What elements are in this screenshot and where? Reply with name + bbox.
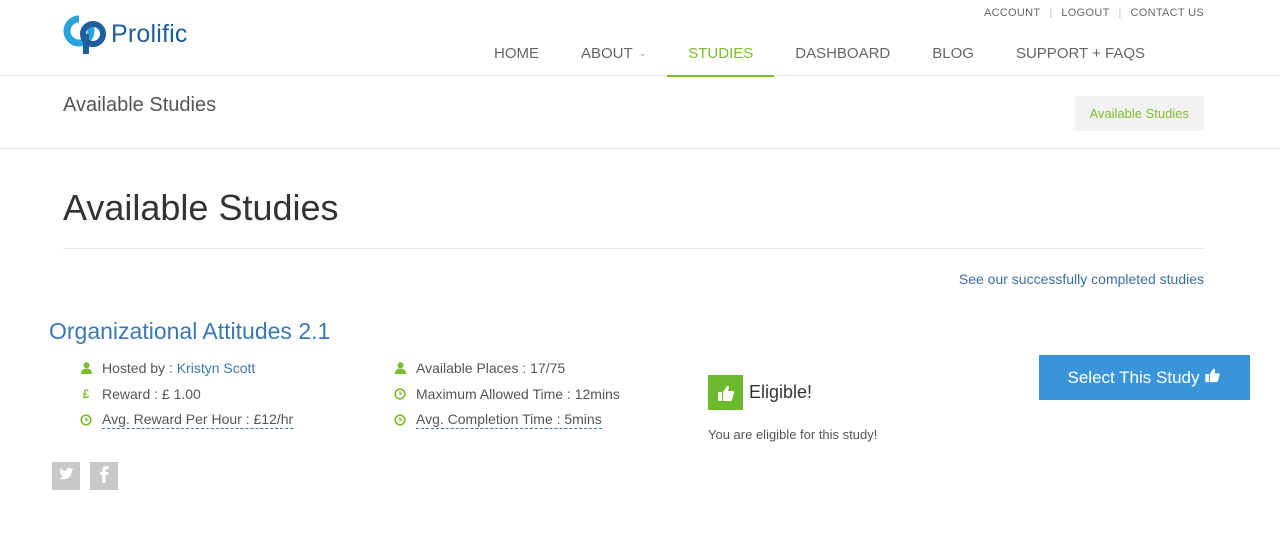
section-heading: Available Studies (63, 187, 339, 228)
pound-icon: £ (82, 387, 90, 401)
nav-blog[interactable]: BLOG (911, 37, 995, 76)
reward-row: £ Reward : £ 1.00 (80, 381, 293, 407)
nav-label: HOME (494, 45, 539, 62)
divider (63, 248, 1204, 249)
main-nav: HOME ABOUT ⌄ STUDIES DASHBOARD BLOG SUPPO… (473, 37, 1166, 77)
select-study-button[interactable]: Select This Study (1039, 355, 1250, 400)
study-info-left: Hosted by : Kristyn Scott £ Reward : £ 1… (80, 355, 294, 433)
nav-label: ABOUT (581, 45, 633, 62)
select-study-label: Select This Study (1067, 367, 1200, 387)
divider: | (1118, 7, 1122, 19)
hosted-by-row: Hosted by : Kristyn Scott (80, 355, 293, 381)
page-title: Available Studies (63, 94, 217, 116)
prolific-logo[interactable]: Prolific (63, 12, 188, 56)
available-places: Available Places : 17/75 (416, 360, 566, 376)
user-icon (80, 362, 92, 374)
brand-name: Prolific (111, 19, 188, 48)
nav-label: SUPPORT + FAQS (1015, 45, 1146, 62)
available-places-row: Available Places : 17/75 (394, 355, 620, 381)
divider: | (1049, 7, 1053, 19)
reward-value: Reward : £ 1.00 (102, 386, 201, 402)
facebook-icon (99, 465, 109, 488)
users-icon (394, 362, 406, 374)
facebook-share-button[interactable] (90, 462, 118, 490)
nav-home[interactable]: HOME (473, 37, 560, 76)
breadcrumb[interactable]: Available Studies (1074, 96, 1204, 131)
nav-studies[interactable]: STUDIES (667, 37, 775, 77)
nav-about[interactable]: ABOUT ⌄ (560, 37, 667, 76)
avg-completion-row: Avg. Completion Time : 5mins (394, 407, 620, 433)
site-header: Prolific ACCOUNT | LOGOUT | CONTACT US H… (0, 0, 1280, 77)
nav-label: BLOG (932, 45, 974, 62)
max-time-row: Maximum Allowed Time : 12mins (394, 381, 620, 407)
clock-icon (394, 414, 406, 426)
avg-reward-row: Avg. Reward Per Hour : £12/hr (80, 407, 294, 433)
study-info-right: Available Places : 17/75 Maximum Allowed… (394, 355, 620, 433)
max-allowed-time: Maximum Allowed Time : 12mins (416, 386, 620, 402)
account-link[interactable]: ACCOUNT (984, 7, 1041, 19)
eligible-message: You are eligible for this study! (708, 427, 878, 442)
thumbs-up-icon (708, 375, 743, 410)
clock-icon (80, 414, 92, 426)
chevron-down-icon: ⌄ (638, 48, 647, 58)
thumbs-up-icon (1199, 367, 1221, 388)
twitter-icon (58, 467, 74, 486)
utility-links: ACCOUNT | LOGOUT | CONTACT US (984, 7, 1204, 19)
nav-dashboard[interactable]: DASHBOARD (774, 37, 911, 76)
eligibility-status: Eligible! (708, 375, 812, 410)
host-name-link[interactable]: Kristyn Scott (177, 360, 256, 376)
contact-us-link[interactable]: CONTACT US (1131, 7, 1205, 19)
nav-label: STUDIES (688, 45, 754, 62)
study-title-link[interactable]: Organizational Attitudes 2.1 (49, 318, 330, 345)
page-title-bar: Available Studies Available Studies (0, 76, 1280, 149)
hosted-by-label: Hosted by : (102, 360, 177, 376)
eligible-label: Eligible! (749, 382, 813, 402)
completed-studies-link[interactable]: See our successfully completed studies (959, 271, 1204, 287)
prolific-logo-icon (63, 12, 109, 56)
nav-support-faqs[interactable]: SUPPORT + FAQS (995, 37, 1166, 76)
nav-label: DASHBOARD (795, 45, 891, 62)
logout-link[interactable]: LOGOUT (1061, 7, 1109, 19)
clock-icon (394, 388, 406, 400)
twitter-share-button[interactable] (52, 462, 80, 490)
avg-completion-time[interactable]: Avg. Completion Time : 5mins (416, 411, 602, 429)
avg-reward-per-hour[interactable]: Avg. Reward Per Hour : £12/hr (102, 411, 294, 429)
